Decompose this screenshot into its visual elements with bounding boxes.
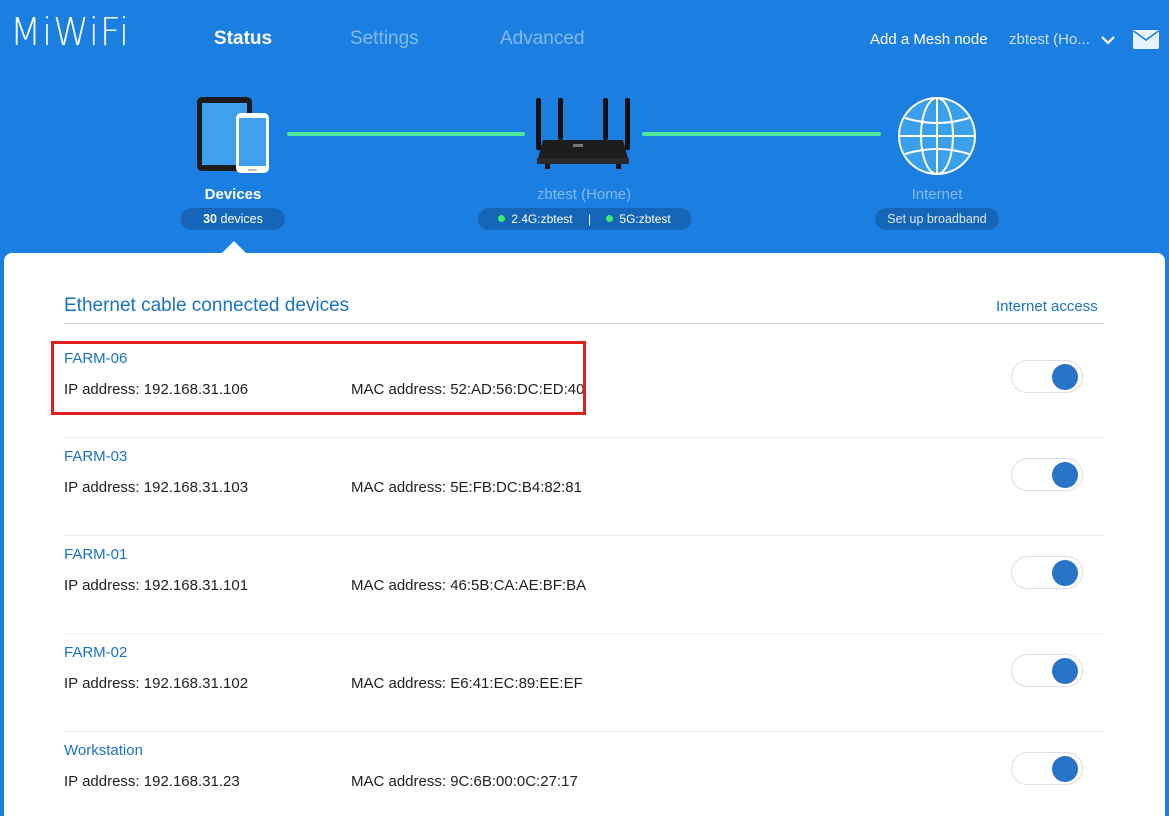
link-router-internet [642, 132, 881, 136]
devices-label: Devices [204, 186, 262, 203]
device-name[interactable]: Workstation [64, 742, 143, 759]
router-bands-badge[interactable]: 2.4G:zbtest | 5G:zbtest [478, 208, 691, 230]
router-label: zbtest (Home) [536, 186, 632, 203]
device-row: FARM-03 IP address: 192.168.31.103 MAC a… [64, 438, 1104, 536]
highlight-annotation [51, 341, 586, 415]
account-menu[interactable]: zbtest (Ho... [1009, 31, 1090, 48]
device-mac: MAC address: E6:41:EC:89:EE:EF [351, 675, 583, 692]
tab-status[interactable]: Status [214, 28, 272, 50]
globe-icon[interactable] [897, 96, 977, 176]
internet-access-toggle[interactable] [1011, 654, 1083, 687]
toggle-knob [1052, 756, 1078, 782]
device-mac: MAC address: 5E:FB:DC:B4:82:81 [351, 479, 582, 496]
devices-count-suffix: devices [220, 212, 263, 226]
internet-access-toggle[interactable] [1011, 360, 1083, 393]
device-ip: IP address: 192.168.31.103 [64, 479, 249, 496]
tab-advanced[interactable]: Advanced [500, 28, 585, 50]
miwifi-logo: MiWiFi [10, 10, 130, 54]
devices-count: 30 [203, 212, 218, 226]
toggle-knob [1052, 364, 1078, 390]
internet-access-header: Internet access [996, 298, 1098, 315]
band-status-dot [606, 215, 614, 223]
band-5g-label: 5G:zbtest [619, 212, 671, 226]
toggle-knob [1052, 658, 1078, 684]
devices-icon[interactable] [196, 96, 272, 176]
device-row: FARM-01 IP address: 192.168.31.101 MAC a… [64, 536, 1104, 634]
section-divider [64, 323, 1104, 324]
internet-access-toggle[interactable] [1011, 556, 1083, 589]
set-up-broadband-button[interactable]: Set up broadband [875, 208, 999, 230]
device-ip: IP address: 192.168.31.102 [64, 675, 249, 692]
device-row: FARM-02 IP address: 192.168.31.102 MAC a… [64, 634, 1104, 732]
router-icon[interactable] [533, 96, 633, 172]
panel-pointer [222, 241, 246, 253]
device-mac: MAC address: 9C:6B:00:0C:27:17 [351, 773, 578, 790]
device-row: Workstation IP address: 192.168.31.23 MA… [64, 732, 1104, 816]
device-name[interactable]: FARM-02 [64, 644, 127, 661]
device-name[interactable]: FARM-03 [64, 448, 127, 465]
devices-count-badge[interactable]: 30 devices [181, 208, 285, 230]
toggle-knob [1052, 462, 1078, 488]
device-name[interactable]: FARM-01 [64, 546, 127, 563]
internet-access-toggle[interactable] [1011, 458, 1083, 491]
band-separator: | [587, 212, 592, 226]
section-title: Ethernet cable connected devices [64, 295, 350, 316]
link-devices-router [287, 132, 525, 136]
band-status-dot [498, 215, 506, 223]
toggle-knob [1052, 560, 1078, 586]
internet-access-toggle[interactable] [1011, 752, 1083, 785]
mail-icon[interactable] [1133, 30, 1159, 49]
add-mesh-node-link[interactable]: Add a Mesh node [870, 31, 988, 48]
device-ip: IP address: 192.168.31.101 [64, 577, 249, 594]
chevron-down-icon[interactable] [1100, 32, 1116, 48]
band-2g-label: 2.4G:zbtest [511, 212, 573, 226]
tab-settings[interactable]: Settings [350, 28, 419, 50]
device-mac: MAC address: 46:5B:CA:AE:BF:BA [351, 577, 587, 594]
device-ip: IP address: 192.168.31.23 [64, 773, 240, 790]
internet-label: Internet [911, 186, 963, 203]
